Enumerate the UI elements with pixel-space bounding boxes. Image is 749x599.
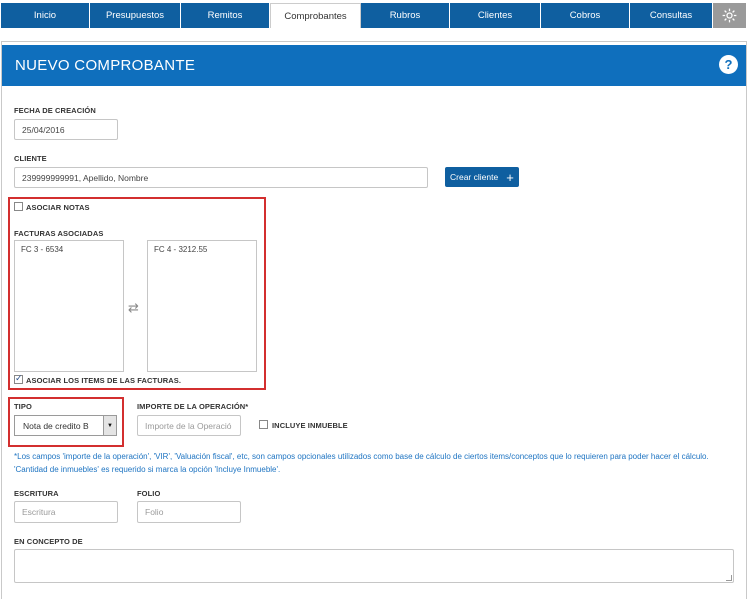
tipo-selected-value: Nota de credito B — [23, 420, 89, 431]
nav-tab-presupuestos[interactable]: Presupuestos — [90, 3, 181, 28]
tipo-select[interactable]: Nota de credito B ▼ — [14, 415, 117, 436]
concepto-textarea[interactable] — [14, 549, 734, 583]
cliente-label: CLIENTE — [14, 154, 47, 163]
list-item[interactable]: FC 4 - 3212.55 — [154, 245, 250, 254]
folio-input[interactable]: Folio — [137, 501, 241, 523]
nav-tab-consultas[interactable]: Consultas — [630, 3, 713, 28]
nav-tab-rubros[interactable]: Rubros — [361, 3, 450, 28]
asociar-items-checkbox[interactable] — [14, 373, 23, 384]
gear-icon — [722, 8, 737, 23]
top-nav: Inicio Presupuestos Remitos Comprobantes… — [0, 0, 749, 30]
plus-icon: + — [506, 169, 514, 185]
nav-tab-remitos[interactable]: Remitos — [181, 3, 270, 28]
importe-input[interactable]: Importe de la Operació — [137, 415, 241, 436]
settings-button[interactable] — [713, 3, 746, 28]
cliente-input[interactable]: 239999999991, Apellido, Nombre — [14, 167, 428, 188]
tipo-label: TIPO — [14, 402, 32, 411]
fecha-label: FECHA DE CREACIÓN — [14, 106, 96, 115]
info-note: *Los campos 'importe de la operación', '… — [14, 452, 709, 474]
asociar-items-label: ASOCIAR LOS ITEMS DE LAS FACTURAS. — [26, 376, 182, 385]
asociar-notas-label: ASOCIAR NOTAS — [26, 203, 90, 212]
crear-cliente-label: Crear cliente — [450, 172, 499, 182]
nav-tab-clientes[interactable]: Clientes — [450, 3, 541, 28]
help-icon[interactable]: ? — [719, 55, 738, 74]
facturas-selected-list[interactable]: FC 4 - 3212.55 — [147, 240, 257, 372]
swap-arrows-icon[interactable]: ⇄ — [128, 300, 139, 316]
nav-tab-cobros[interactable]: Cobros — [541, 3, 630, 28]
nav-tab-inicio[interactable]: Inicio — [1, 3, 90, 28]
folio-label: FOLIO — [137, 489, 161, 498]
incluye-inmueble-checkbox[interactable] — [259, 420, 268, 429]
escritura-input[interactable]: Escritura — [14, 501, 118, 523]
concepto-label: EN CONCEPTO DE — [14, 537, 83, 546]
facturas-label: FACTURAS ASOCIADAS — [14, 229, 104, 238]
incluye-inmueble-label: INCLUYE INMUEBLE — [272, 421, 348, 430]
escritura-label: ESCRITURA — [14, 489, 59, 498]
chevron-down-icon[interactable]: ▼ — [103, 416, 116, 435]
list-item[interactable]: FC 3 - 6534 — [21, 245, 117, 254]
panel-header: NUEVO COMPROBANTE ? — [2, 45, 746, 86]
asociar-notas-checkbox[interactable] — [14, 202, 23, 211]
resize-handle-icon[interactable] — [726, 575, 732, 581]
fecha-input[interactable]: 25/04/2016 — [14, 119, 118, 140]
crear-cliente-button[interactable]: Crear cliente + — [445, 167, 519, 187]
importe-label: IMPORTE DE LA OPERACIÓN* — [137, 402, 249, 411]
facturas-available-list[interactable]: FC 3 - 6534 — [14, 240, 124, 372]
nav-tab-comprobantes[interactable]: Comprobantes — [270, 3, 361, 28]
page-title: NUEVO COMPROBANTE — [15, 57, 196, 74]
